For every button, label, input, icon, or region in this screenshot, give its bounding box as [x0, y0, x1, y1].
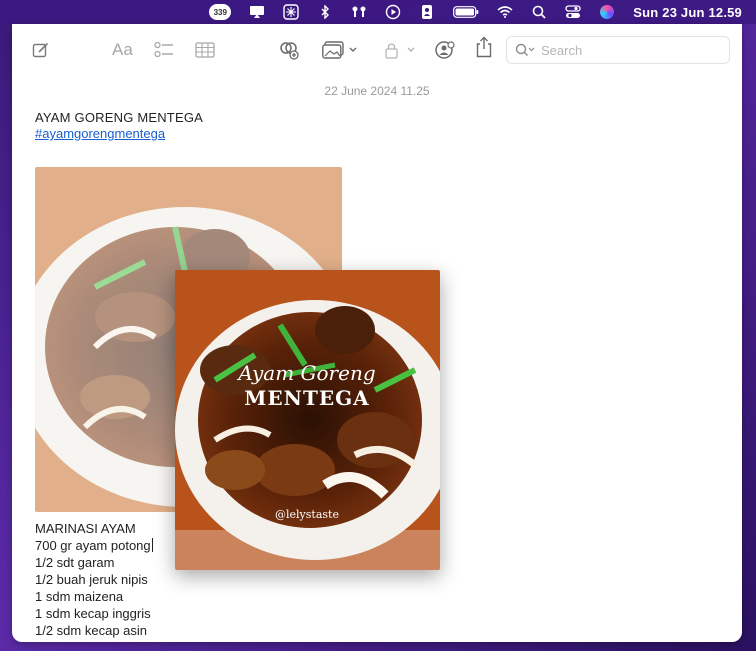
- storage-badge-icon[interactable]: 339: [209, 4, 232, 20]
- dragged-photo-preview[interactable]: Ayam Goreng MENTEGA @lelystaste: [175, 270, 440, 570]
- ingredient-line: 1/2 sdm kecap asin: [35, 623, 148, 638]
- ingredients-list[interactable]: MARINASI AYAM 700 gr ayam potong 1/2 sdt…: [35, 520, 153, 639]
- text-cursor: [151, 538, 153, 552]
- checklist-icon[interactable]: [154, 40, 174, 60]
- search-icon: [515, 43, 535, 57]
- ingredient-line: 700 gr ayam potong: [35, 538, 153, 553]
- play-icon[interactable]: [385, 4, 401, 20]
- photo-caption-main: MENTEGA: [244, 386, 369, 410]
- compose-icon[interactable]: [32, 40, 50, 60]
- ingredient-line: 1/2 sdt garam: [35, 555, 115, 570]
- search-field[interactable]: [506, 36, 730, 64]
- photo-watermark: @lelystaste: [275, 508, 339, 521]
- format-icon[interactable]: Aa: [112, 40, 133, 60]
- lock-icon[interactable]: [384, 40, 418, 60]
- ingredient-line: 1 sdm maizena: [35, 589, 124, 604]
- control-center-icon[interactable]: [565, 4, 581, 20]
- badge-count: 339: [213, 7, 227, 17]
- note-title[interactable]: AYAM GORENG MENTEGA: [35, 110, 203, 125]
- search-input[interactable]: [541, 42, 691, 58]
- contact-icon[interactable]: [419, 4, 435, 20]
- photo-caption-script: Ayam Goreng: [236, 361, 375, 385]
- ingredient-line: MARINASI AYAM: [35, 521, 136, 536]
- bluetooth-icon[interactable]: [317, 4, 333, 20]
- siri-icon[interactable]: [599, 4, 615, 20]
- wifi-icon[interactable]: [497, 4, 513, 20]
- airpods-icon[interactable]: [351, 4, 367, 20]
- note-date: 22 June 2024 11.25: [324, 84, 430, 98]
- notes-window: Aa 22 June 2024 11.25 AYAM GORENG MENTEG…: [12, 24, 742, 642]
- menubar-clock[interactable]: Sun 23 Jun 12.59: [633, 5, 742, 20]
- battery-icon[interactable]: [453, 4, 479, 20]
- format-label: Aa: [112, 40, 133, 59]
- note-hashtag-link[interactable]: #ayamgorengmentega: [35, 126, 165, 141]
- menu-bar: 339 Sun 23 Jun 12.59: [0, 0, 756, 24]
- toolbar: Aa: [12, 24, 742, 76]
- collaborate-link-icon[interactable]: [278, 40, 300, 60]
- share-icon[interactable]: [475, 36, 493, 58]
- table-icon[interactable]: [195, 40, 215, 60]
- ingredient-line: 1/2 buah jeruk nipis: [35, 572, 148, 587]
- media-icon[interactable]: [322, 40, 358, 60]
- ingredient-line: 1 sdm kecap inggris: [35, 606, 151, 621]
- search-icon[interactable]: [531, 4, 547, 20]
- share-person-icon[interactable]: [434, 40, 456, 60]
- snowflake-icon[interactable]: [283, 4, 299, 20]
- airplay-icon[interactable]: [249, 4, 265, 20]
